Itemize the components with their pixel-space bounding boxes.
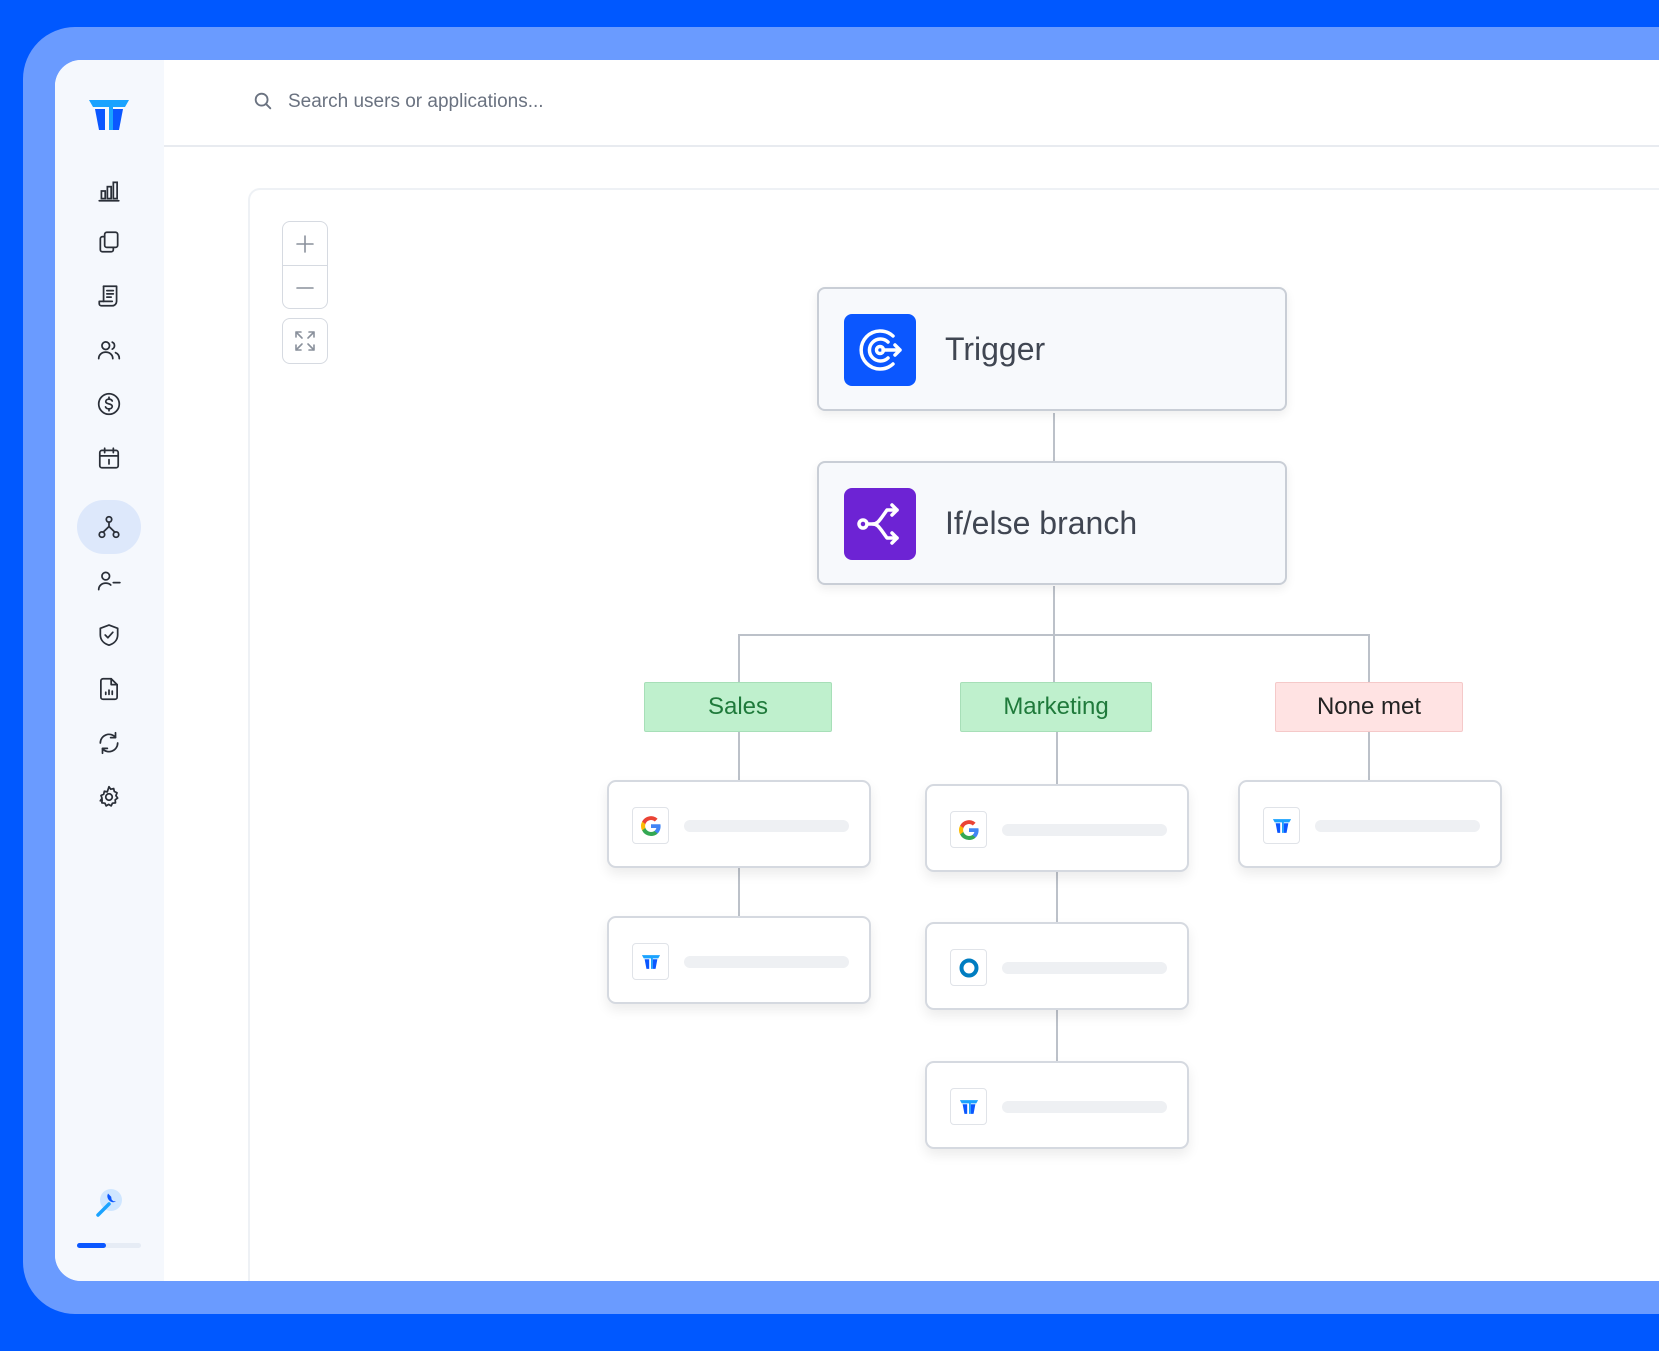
- trigger-tile: [844, 314, 916, 386]
- app-logo-icon: [950, 1088, 987, 1125]
- trigger-label: Trigger: [945, 330, 1046, 367]
- connector-branch-split: [1053, 586, 1055, 636]
- action-placeholder: [1002, 824, 1167, 836]
- action-placeholder: [1002, 962, 1167, 974]
- sidebar-item-licenses[interactable]: [77, 269, 141, 323]
- app-logo-icon: [632, 943, 669, 980]
- google-icon: [950, 811, 987, 848]
- sidebar-item-dashboard[interactable]: [77, 164, 141, 218]
- sidebar-item-applications[interactable]: [77, 215, 141, 269]
- google-icon: [632, 807, 669, 844]
- branch-label-marketing[interactable]: Marketing: [960, 682, 1152, 732]
- action-placeholder: [684, 956, 849, 968]
- copy-icon: [99, 231, 119, 253]
- connector-marketing-app2: [1056, 871, 1058, 922]
- connector-trigger-branch: [1053, 413, 1055, 461]
- action-placeholder: [1315, 820, 1480, 832]
- top-bar: [164, 60, 1659, 147]
- connector-none-met-app1: [1368, 732, 1370, 780]
- sidebar-item-users[interactable]: [77, 323, 141, 377]
- trigger-icon: [859, 329, 902, 371]
- fit-view-icon: [295, 331, 315, 351]
- sidebar-item-renewals[interactable]: [77, 431, 141, 485]
- brand-logo-icon[interactable]: [87, 98, 131, 132]
- connector-marketing-app1: [1056, 732, 1058, 784]
- gear-icon: [99, 785, 119, 807]
- action-card-sales-google[interactable]: [607, 780, 871, 868]
- branch-icon: [857, 503, 899, 545]
- branch-node-label: If/else branch: [945, 504, 1138, 541]
- action-placeholder: [684, 820, 849, 832]
- if-else-branch-node[interactable]: If/else branch: [817, 461, 1287, 585]
- action-card-none-met-app[interactable]: [1238, 780, 1502, 868]
- connector-none-met: [1368, 634, 1370, 682]
- user-minus-icon: [97, 571, 121, 591]
- connector-marketing-app3: [1056, 1009, 1058, 1061]
- workflow-icon: [98, 515, 120, 539]
- users-icon: [97, 341, 121, 360]
- report-icon: [100, 677, 118, 701]
- action-placeholder: [1002, 1101, 1167, 1113]
- refresh-icon: [99, 731, 119, 755]
- connector-sales: [738, 634, 740, 682]
- connector-sales-app2: [738, 868, 740, 916]
- action-card-sales-app[interactable]: [607, 916, 871, 1004]
- branch-label-none-met[interactable]: None met: [1275, 682, 1463, 732]
- action-card-marketing-okta[interactable]: [925, 922, 1189, 1010]
- setup-progress-bar: [77, 1243, 141, 1248]
- branch-label-sales[interactable]: Sales: [644, 682, 832, 732]
- zoom-controls: [282, 221, 328, 309]
- branch-tile: [844, 488, 916, 560]
- sidebar-item-settings[interactable]: [77, 770, 141, 824]
- zoom-in-button[interactable]: [283, 222, 327, 265]
- wrench-icon[interactable]: [92, 1186, 126, 1220]
- action-card-marketing-google[interactable]: [925, 784, 1189, 872]
- okta-icon: [950, 949, 987, 986]
- fit-view-button[interactable]: [282, 318, 328, 364]
- bar-chart-icon: [98, 181, 120, 202]
- receipt-icon: [98, 285, 118, 307]
- sidebar-item-reports[interactable]: [77, 662, 141, 716]
- zoom-out-button[interactable]: [283, 265, 327, 308]
- minus-icon: [296, 286, 314, 289]
- sidebar-item-sync[interactable]: [77, 716, 141, 770]
- trigger-node[interactable]: Trigger: [817, 287, 1287, 411]
- connector-sales-app1: [738, 732, 740, 780]
- dollar-icon: [97, 392, 121, 416]
- sidebar-item-offboarding[interactable]: [77, 554, 141, 608]
- sidebar-item-security[interactable]: [77, 608, 141, 662]
- search-input[interactable]: [286, 84, 790, 120]
- action-card-marketing-app[interactable]: [925, 1061, 1189, 1149]
- sidebar-item-spend[interactable]: [77, 377, 141, 431]
- shield-check-icon: [99, 624, 119, 647]
- connector-marketing: [1053, 634, 1055, 682]
- setup-progress-fill: [77, 1243, 106, 1248]
- search-icon: [254, 92, 272, 110]
- calendar-icon: [98, 447, 120, 469]
- sidebar: [55, 60, 164, 1281]
- app-logo-icon: [1263, 807, 1300, 844]
- sidebar-item-workflows[interactable]: [77, 500, 141, 554]
- plus-icon: [296, 234, 314, 253]
